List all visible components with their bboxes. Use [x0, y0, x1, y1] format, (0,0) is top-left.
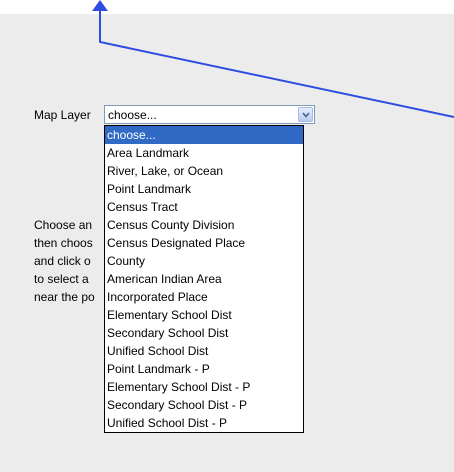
instruction-line: and click o — [34, 254, 91, 268]
dropdown-option-secondary-school-dist[interactable]: Secondary School Dist — [105, 324, 303, 342]
map-layer-dropdown-list: choose... Area Landmark River, Lake, or … — [104, 125, 304, 433]
dropdown-option-choose[interactable]: choose... — [105, 126, 303, 144]
dropdown-option-american-indian-area[interactable]: American Indian Area — [105, 270, 303, 288]
dropdown-option-census-county-division[interactable]: Census County Division — [105, 216, 303, 234]
instruction-line: near the po — [34, 290, 95, 304]
dropdown-option-point-landmark[interactable]: Point Landmark — [105, 180, 303, 198]
map-layer-label: Map Layer — [34, 108, 91, 122]
dropdown-option-area-landmark[interactable]: Area Landmark — [105, 144, 303, 162]
dropdown-option-unified-school-dist-p[interactable]: Unified School Dist - P — [105, 414, 303, 432]
map-layer-selected-value: choose... — [108, 108, 157, 122]
instruction-line: to select a — [34, 272, 89, 286]
dropdown-option-river-lake-ocean[interactable]: River, Lake, or Ocean — [105, 162, 303, 180]
instructions-text: Choose an then choos and click o to sele… — [34, 216, 114, 306]
map-layer-select[interactable]: choose... — [104, 105, 315, 124]
chevron-down-icon[interactable] — [298, 107, 313, 122]
dropdown-option-elementary-school-dist-p[interactable]: Elementary School Dist - P — [105, 378, 303, 396]
dropdown-option-point-landmark-p[interactable]: Point Landmark - P — [105, 360, 303, 378]
dropdown-option-census-designated-place[interactable]: Census Designated Place — [105, 234, 303, 252]
dropdown-option-census-tract[interactable]: Census Tract — [105, 198, 303, 216]
dropdown-option-incorporated-place[interactable]: Incorporated Place — [105, 288, 303, 306]
top-strip — [0, 0, 454, 14]
dropdown-option-elementary-school-dist[interactable]: Elementary School Dist — [105, 306, 303, 324]
dropdown-option-secondary-school-dist-p[interactable]: Secondary School Dist - P — [105, 396, 303, 414]
instruction-line: Choose an — [34, 218, 93, 232]
dropdown-option-unified-school-dist[interactable]: Unified School Dist — [105, 342, 303, 360]
instruction-line: then choos — [34, 236, 93, 250]
dropdown-option-county[interactable]: County — [105, 252, 303, 270]
